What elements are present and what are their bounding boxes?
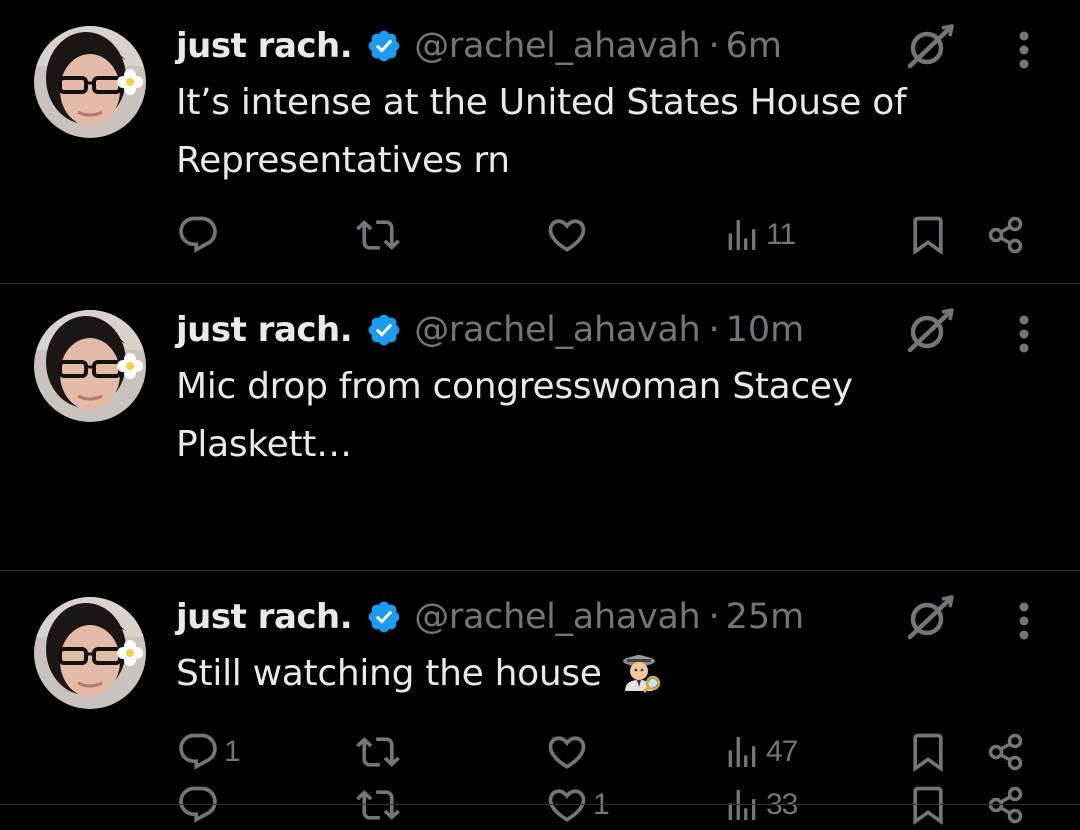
grok-icon[interactable] [902, 22, 956, 70]
share-button[interactable] [984, 727, 1028, 777]
more-vertical-icon[interactable] [1006, 312, 1042, 356]
views-button[interactable]: 11 [722, 210, 796, 260]
share-icon [988, 216, 1023, 254]
timestamp[interactable]: 25m [726, 597, 805, 637]
avatar[interactable] [34, 597, 146, 709]
views-bar-chart-icon [728, 737, 756, 767]
tweet-header: just rach. @rachel_ahavah · 10m [176, 304, 804, 356]
reply-icon [179, 733, 217, 770]
more-vertical-icon[interactable] [1006, 28, 1042, 72]
tweet-actions: 1 47 [0, 727, 1080, 777]
reply-count: 1 [224, 735, 241, 768]
views-bar-chart-icon [728, 220, 756, 250]
author-name[interactable]: just rach. [176, 310, 353, 350]
tweet-header: just rach. @rachel_ahavah · 6m [176, 20, 782, 72]
retweet-button[interactable] [356, 727, 404, 777]
tweet[interactable]: just rach. @rachel_ahavah · 10m Mic drop… [0, 284, 1080, 826]
like-button[interactable] [545, 727, 593, 777]
separator-dot: · [708, 310, 720, 350]
author-handle[interactable]: @rachel_ahavah [414, 26, 701, 66]
views-count: 47 [766, 735, 798, 768]
heart-icon [548, 219, 586, 252]
tweet-text[interactable]: It’s intense at the United States House … [176, 74, 1036, 190]
views-count: 11 [766, 218, 796, 251]
verified-badge-icon[interactable] [366, 28, 402, 64]
tweet-text-container[interactable]: Still watching the house [176, 645, 1036, 703]
tweet-header: just rach. @rachel_ahavah · 25m [176, 591, 804, 643]
timestamp[interactable]: 6m [726, 26, 782, 66]
detective-emoji-icon [617, 647, 663, 694]
tweet[interactable]: just rach. @rachel_ahavah · 25m Still wa… [0, 571, 1080, 804]
views-button[interactable]: 47 [722, 727, 798, 777]
retweet-icon [356, 737, 400, 767]
reply-button[interactable] [176, 210, 224, 260]
verified-badge-icon[interactable] [366, 312, 402, 348]
tweet-actions: 11 [0, 210, 1080, 260]
reply-button[interactable]: 1 [176, 727, 241, 777]
separator-dot: · [708, 597, 720, 637]
heart-icon [548, 736, 586, 769]
like-button[interactable] [545, 210, 593, 260]
separator-dot: · [708, 26, 720, 66]
share-icon [988, 733, 1023, 771]
avatar[interactable] [34, 26, 146, 138]
author-name[interactable]: just rach. [176, 26, 353, 66]
grok-icon[interactable] [902, 306, 956, 354]
avatar[interactable] [34, 310, 146, 422]
reply-icon [179, 216, 217, 253]
retweet-icon [356, 220, 400, 250]
tweet-text[interactable]: Mic drop from congresswoman Stacey Plask… [176, 358, 1036, 474]
author-handle[interactable]: @rachel_ahavah [414, 310, 701, 350]
divider [0, 804, 1080, 805]
author-name[interactable]: just rach. [176, 597, 353, 637]
timestamp[interactable]: 10m [726, 310, 805, 350]
retweet-button[interactable] [356, 210, 404, 260]
bookmark-icon [913, 733, 943, 773]
share-button[interactable] [984, 210, 1028, 260]
bookmark-button[interactable] [906, 210, 950, 260]
tweet-text: Still watching the house [176, 653, 602, 694]
grok-icon[interactable] [902, 593, 956, 641]
bookmark-button[interactable] [906, 727, 950, 777]
author-handle[interactable]: @rachel_ahavah [414, 597, 701, 637]
more-vertical-icon[interactable] [1006, 599, 1042, 643]
tweet[interactable]: just rach. @rachel_ahavah · 6m It’s inte… [0, 0, 1080, 283]
timeline-feed: just rach. @rachel_ahavah · 6m It’s inte… [0, 0, 1080, 826]
bookmark-icon [913, 216, 943, 256]
verified-badge-icon[interactable] [366, 599, 402, 635]
